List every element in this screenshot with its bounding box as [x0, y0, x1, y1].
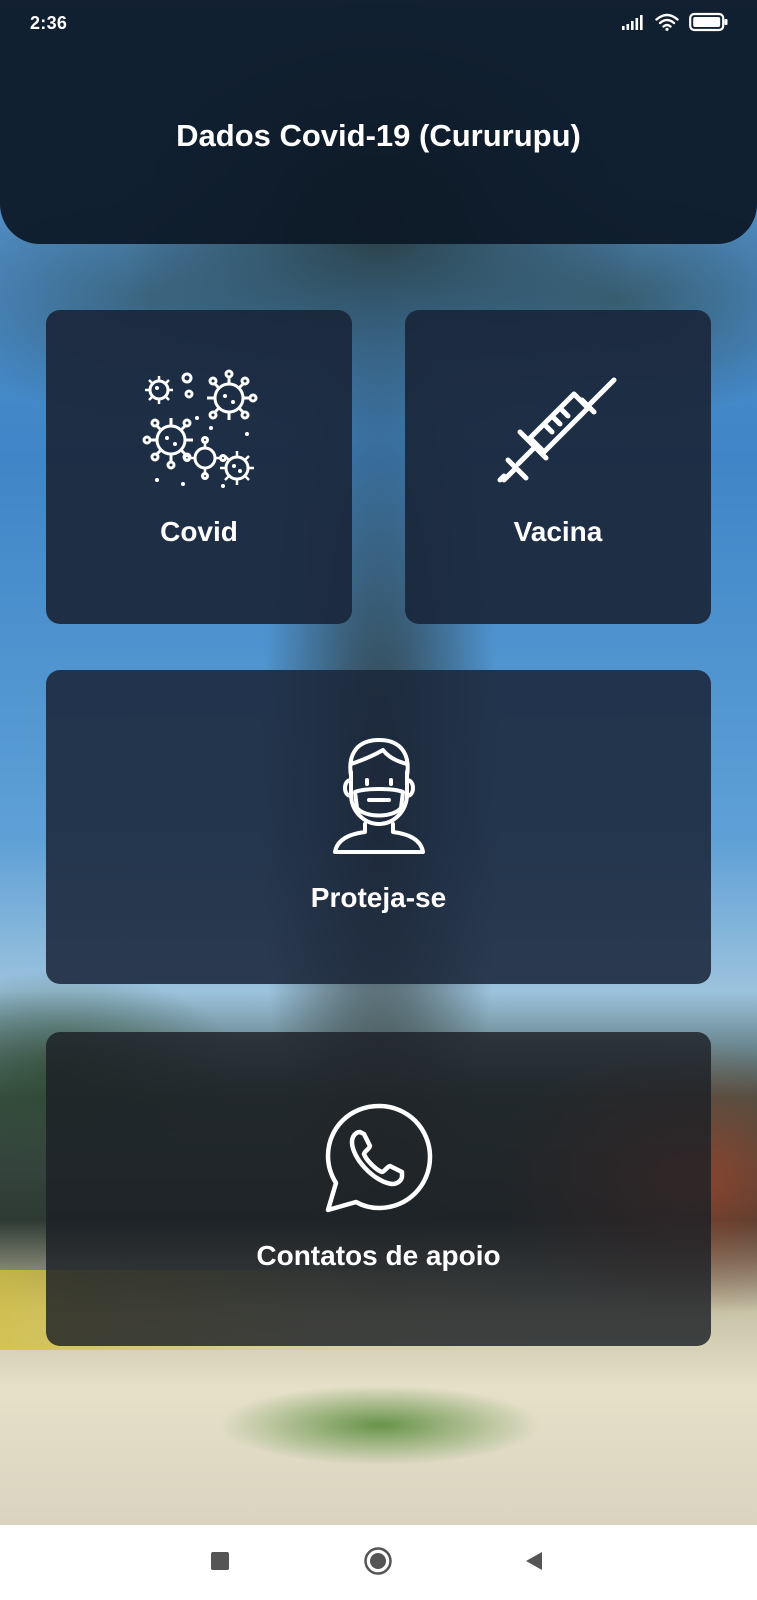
vacina-card-label: Vacina [513, 516, 603, 547]
back-triangle-icon [523, 1550, 545, 1577]
contatos-de-apoio-card-label: Contatos de apoio [256, 1240, 501, 1271]
status-bar: 2:36 [0, 0, 757, 52]
wifi-icon [655, 13, 679, 36]
page-title: Dados Covid-19 (Cururupu) [176, 118, 581, 153]
virus-icon [46, 368, 352, 492]
proteja-se-card-label: Proteja-se [310, 882, 447, 913]
home-circle-icon [363, 1546, 393, 1581]
back-button[interactable] [518, 1547, 550, 1579]
status-time: 2:36 [30, 13, 68, 33]
vacina-card[interactable]: Vacina [405, 310, 711, 624]
masked-person-icon [46, 736, 711, 854]
home-button[interactable] [362, 1546, 394, 1581]
recents-square-icon [210, 1551, 230, 1576]
contatos-de-apoio-card[interactable]: Contatos de apoio [46, 1032, 711, 1346]
system-nav-bar [0, 1525, 757, 1600]
status-icons [621, 12, 729, 36]
covid-card[interactable]: Covid [46, 310, 352, 624]
recents-button[interactable] [204, 1547, 236, 1579]
battery-icon [689, 12, 729, 37]
covid-card-label: Covid [160, 516, 238, 547]
signal-icon [621, 14, 645, 35]
whatsapp-icon [46, 1102, 711, 1216]
proteja-se-card[interactable]: Proteja-se [46, 670, 711, 984]
syringe-icon [405, 374, 711, 498]
